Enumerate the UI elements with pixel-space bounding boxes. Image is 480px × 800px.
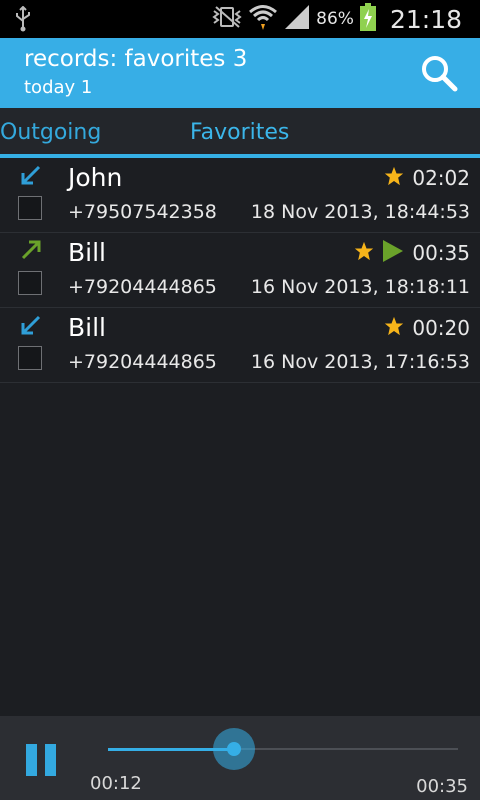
audio-player: 00:12 00:35: [0, 716, 480, 800]
play-icon[interactable]: [382, 239, 404, 267]
incoming-call-icon: [20, 164, 42, 186]
record-duration: 00:35: [412, 241, 470, 265]
search-icon[interactable]: [420, 54, 458, 92]
total-time: 00:35: [416, 776, 468, 797]
duration-group: 02:02: [384, 165, 470, 191]
favorite-star-icon[interactable]: [384, 166, 404, 190]
record-datetime: 18 Nov 2013, 18:44:53: [250, 201, 470, 223]
contact-name: Bill: [68, 313, 106, 342]
phone-number: +79204444865: [68, 351, 217, 373]
favorite-star-icon[interactable]: [354, 241, 374, 265]
duration-group: 00:35: [354, 240, 470, 266]
status-bar: 86% 21:18: [0, 0, 480, 38]
usb-icon: [14, 5, 32, 36]
record-checkbox[interactable]: [18, 196, 42, 220]
status-clock: 21:18: [389, 4, 462, 34]
tab-outgoing[interactable]: Outgoing: [0, 120, 101, 145]
page-title: records: favorites 3: [24, 46, 248, 72]
record-checkbox[interactable]: [18, 271, 42, 295]
action-bar: records: favorites 3 today 1: [0, 38, 480, 108]
contact-name: Bill: [68, 238, 106, 267]
pause-icon[interactable]: [26, 744, 58, 776]
vibrate-icon: [212, 5, 242, 33]
record-duration: 02:02: [412, 166, 470, 190]
contact-name: John: [68, 163, 123, 192]
incoming-call-icon: [20, 314, 42, 336]
signal-icon: [284, 4, 310, 34]
record-datetime: 16 Nov 2013, 18:18:11: [250, 276, 470, 298]
phone-number: +79204444865: [68, 276, 217, 298]
records-list: John +79507542358 18 Nov 2013, 18:44:53 …: [0, 158, 480, 383]
tab-bar: Outgoing Favorites: [0, 108, 480, 158]
seek-bar-thumb[interactable]: [213, 728, 255, 770]
record-row[interactable]: John +79507542358 18 Nov 2013, 18:44:53 …: [0, 158, 480, 233]
record-checkbox[interactable]: [18, 346, 42, 370]
seek-bar[interactable]: [108, 728, 458, 770]
record-row[interactable]: Bill +79204444865 16 Nov 2013, 17:16:53 …: [0, 308, 480, 383]
battery-percent: 86%: [316, 9, 354, 29]
outgoing-call-icon: [20, 239, 42, 261]
wifi-icon: [248, 3, 278, 35]
duration-group: 00:20: [384, 315, 470, 341]
record-duration: 00:20: [412, 316, 470, 340]
phone-number: +79507542358: [68, 201, 217, 223]
battery-charging-icon: [359, 3, 376, 35]
record-row[interactable]: Bill +79204444865 16 Nov 2013, 18:18:11 …: [0, 233, 480, 308]
current-time: 00:12: [90, 773, 142, 794]
tab-favorites[interactable]: Favorites: [190, 120, 289, 145]
page-subtitle: today 1: [24, 77, 93, 98]
favorite-star-icon[interactable]: [384, 316, 404, 340]
record-datetime: 16 Nov 2013, 17:16:53: [250, 351, 470, 373]
